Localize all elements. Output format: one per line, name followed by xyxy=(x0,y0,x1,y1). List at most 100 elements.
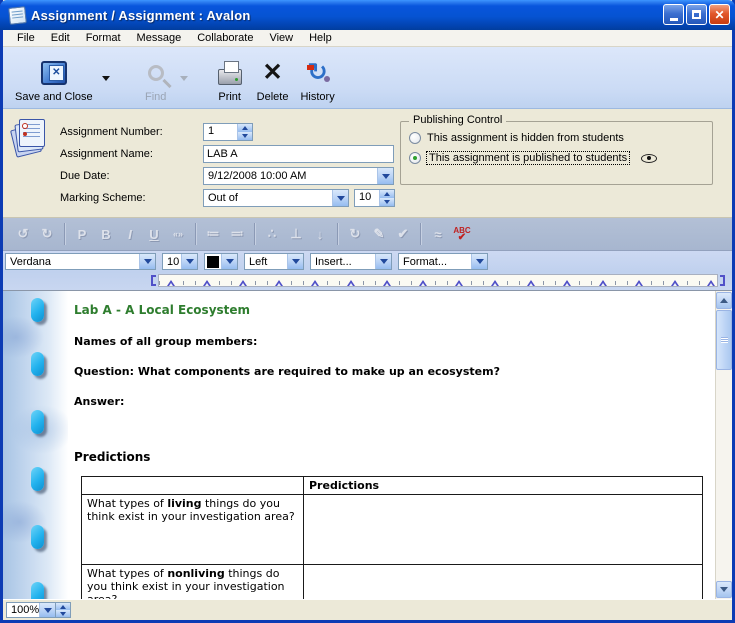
close-icon: ✕ xyxy=(714,8,724,22)
chevron-down-icon[interactable] xyxy=(139,254,155,269)
chevron-down-icon[interactable] xyxy=(332,190,348,206)
chevron-down-icon[interactable] xyxy=(471,254,487,269)
chevron-down-icon[interactable] xyxy=(287,254,303,269)
right-indent-marker[interactable] xyxy=(720,275,725,286)
paragraph-answer: Answer: xyxy=(74,395,709,408)
bullet-list-icon[interactable]: ≔ xyxy=(201,223,225,245)
scribble-icon[interactable]: ≈ xyxy=(426,223,450,245)
scroll-up-icon[interactable] xyxy=(716,292,732,309)
published-option-row[interactable]: This assignment is published to students xyxy=(409,152,706,164)
assignment-form: Assignment Number: 1 Assignment Name: Du… xyxy=(3,109,732,218)
spin-up-icon[interactable] xyxy=(380,190,394,198)
vertical-scrollbar[interactable] xyxy=(715,291,732,599)
special-characters-icon[interactable]: «» xyxy=(166,223,190,245)
paragraph-style-icon[interactable]: P xyxy=(70,223,94,245)
spin-up-icon[interactable] xyxy=(238,124,252,132)
history-icon: ↻ xyxy=(308,61,328,85)
eye-icon xyxy=(641,154,657,163)
ruler-tab-marker xyxy=(599,280,607,286)
marking-points-stepper[interactable]: 10 xyxy=(354,189,395,207)
toolbar-separator xyxy=(64,223,65,245)
delete-button[interactable]: ✕ Delete xyxy=(251,51,295,105)
menu-file[interactable]: File xyxy=(9,31,43,45)
chevron-down-icon[interactable] xyxy=(39,603,55,617)
published-option-label[interactable]: This assignment is published to students xyxy=(427,152,629,164)
print-button[interactable]: Print xyxy=(209,51,251,105)
scroll-down-icon[interactable] xyxy=(716,581,732,598)
format-combo[interactable]: Format... xyxy=(398,253,488,270)
italic-icon[interactable]: I xyxy=(118,223,142,245)
baseline-icon[interactable]: ⊥ xyxy=(284,223,308,245)
menu-edit[interactable]: Edit xyxy=(43,31,78,45)
formatting-toolbar: ↺ ↻ P B I U «» ≔ ≕ ∴ ⊥ ↓ ↻ ✎ ✔ ≈ ABC✔ xyxy=(3,218,732,251)
zoom-combo[interactable]: 100% xyxy=(6,602,56,618)
spell-check-icon[interactable]: ABC✔ xyxy=(450,223,474,245)
due-date-value: 9/12/2008 10:00 AM xyxy=(204,170,377,182)
menu-collaborate[interactable]: Collaborate xyxy=(189,31,261,45)
assignment-name-input[interactable] xyxy=(203,145,394,163)
spiral-ring-icon xyxy=(31,582,44,599)
hidden-option-label[interactable]: This assignment is hidden from students xyxy=(427,132,624,144)
rotate-icon[interactable]: ↻ xyxy=(343,223,367,245)
font-size-combo[interactable]: 10 xyxy=(162,253,198,270)
chevron-down-icon[interactable] xyxy=(375,254,391,269)
chevron-down-icon[interactable] xyxy=(221,254,237,269)
menu-view[interactable]: View xyxy=(261,31,301,45)
history-button[interactable]: ↻ History xyxy=(294,51,340,105)
save-and-close-button[interactable]: Save and Close xyxy=(9,51,99,105)
spin-down-icon[interactable] xyxy=(238,132,252,140)
assignment-number-stepper[interactable]: 1 xyxy=(203,123,253,141)
insert-combo[interactable]: Insert... xyxy=(310,253,392,270)
insert-below-icon[interactable]: ↓ xyxy=(308,223,332,245)
assignment-name-label: Assignment Name: xyxy=(60,148,200,160)
app-icon xyxy=(8,6,27,25)
ruler-tab-marker xyxy=(275,280,283,286)
font-family-combo[interactable]: Verdana xyxy=(5,253,156,270)
numbered-list-icon[interactable]: ≕ xyxy=(225,223,249,245)
marking-scheme-combo[interactable]: Out of xyxy=(203,189,349,207)
undo-icon[interactable]: ↺ xyxy=(11,223,35,245)
radio-checked-icon[interactable] xyxy=(409,152,421,164)
answer-cell[interactable] xyxy=(304,495,703,565)
notebook-margin xyxy=(3,291,68,599)
font-color-combo[interactable] xyxy=(204,253,238,270)
spin-down-icon[interactable] xyxy=(380,198,394,206)
maximize-button[interactable] xyxy=(686,4,707,25)
predictions-heading: Predictions xyxy=(74,450,709,464)
underline-icon[interactable]: U xyxy=(142,223,166,245)
chevron-down-icon[interactable] xyxy=(181,254,197,269)
menu-help[interactable]: Help xyxy=(301,31,340,45)
publishing-control-legend: Publishing Control xyxy=(409,114,506,126)
ruler-tab-marker xyxy=(707,280,715,286)
menu-format[interactable]: Format xyxy=(78,31,129,45)
radio-unchecked-icon[interactable] xyxy=(409,132,421,144)
pencil-edit-icon[interactable]: ✎ xyxy=(367,223,391,245)
accept-edit-icon[interactable]: ✔ xyxy=(391,223,415,245)
alignment-combo[interactable]: Left xyxy=(244,253,304,270)
bold-icon[interactable]: B xyxy=(94,223,118,245)
close-button[interactable]: ✕ xyxy=(709,4,730,25)
print-label: Print xyxy=(218,91,241,103)
minimize-icon xyxy=(670,18,678,21)
chevron-down-icon[interactable] xyxy=(377,168,393,184)
font-toolbar: Verdana 10 Left Insert... Format... xyxy=(3,251,732,272)
hidden-option-row[interactable]: This assignment is hidden from students xyxy=(409,132,624,144)
spin-up-icon[interactable] xyxy=(56,603,70,610)
dotted-indent-icon[interactable]: ∴ xyxy=(260,223,284,245)
find-button[interactable]: Find xyxy=(135,51,177,105)
scrollbar-thumb[interactable] xyxy=(716,310,732,370)
answer-cell[interactable] xyxy=(304,565,703,600)
zoom-stepper[interactable] xyxy=(56,602,71,618)
save-options-dropdown[interactable] xyxy=(99,51,113,105)
color-swatch-icon xyxy=(207,256,219,268)
left-indent-marker[interactable] xyxy=(151,275,156,286)
spin-down-icon[interactable] xyxy=(56,610,70,617)
redo-icon[interactable]: ↻ xyxy=(35,223,59,245)
alignment-value: Left xyxy=(245,256,287,268)
menu-message[interactable]: Message xyxy=(129,31,190,45)
due-date-combo[interactable]: 9/12/2008 10:00 AM xyxy=(203,167,394,185)
ruler[interactable] xyxy=(158,274,718,287)
minimize-button[interactable] xyxy=(663,4,684,25)
document-content[interactable]: Lab A - A Local Ecosystem Names of all g… xyxy=(68,291,715,599)
find-options-dropdown[interactable] xyxy=(177,51,191,105)
